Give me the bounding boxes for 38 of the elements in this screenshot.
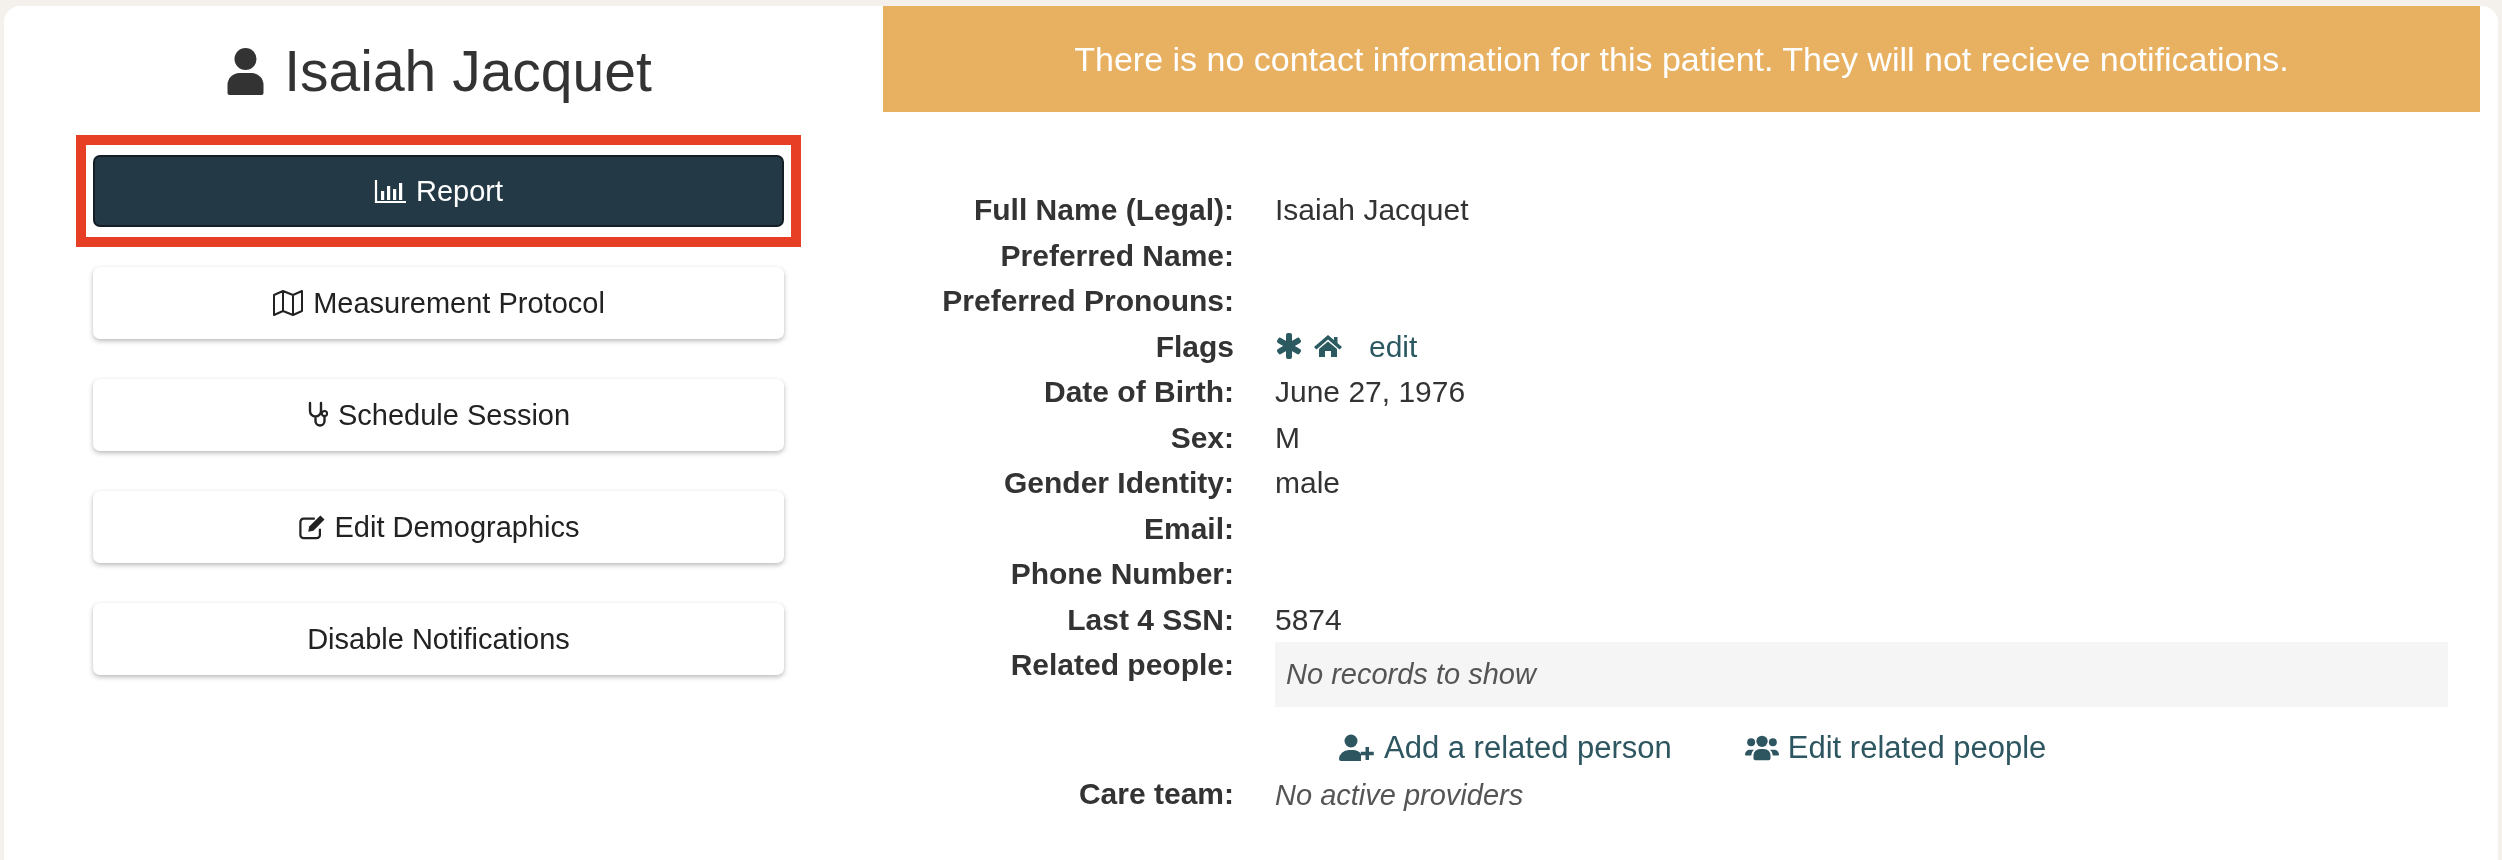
field-value: June 27, 1976	[1275, 374, 1467, 410]
edit-icon	[297, 514, 326, 540]
measurement-protocol-button[interactable]: Measurement Protocol	[93, 267, 784, 339]
edit-related-people-link[interactable]: Edit related people	[1744, 725, 2047, 771]
field-label: Phone Number:	[1009, 556, 1234, 592]
map-icon	[272, 289, 305, 317]
user-plus-icon	[1339, 734, 1375, 762]
add-related-person-link[interactable]: Add a related person	[1339, 725, 1672, 771]
field-label: Date of Birth:	[1043, 374, 1234, 410]
users-icon	[1744, 734, 1779, 762]
field-label: Email:	[1142, 510, 1234, 547]
house-icon	[1313, 334, 1343, 359]
field-label: Last 4 SSN:	[1066, 601, 1234, 638]
field-value: male	[1275, 465, 1342, 501]
field-label: Gender Identity:	[1002, 465, 1234, 501]
field-label: Preferred Pronouns:	[941, 283, 1234, 319]
notice-banner: There is no contact information for this patient. They will not recieve notifications.	[883, 6, 2480, 112]
field-label: Full Name (Legal):	[972, 192, 1234, 228]
field-value: M	[1275, 419, 1301, 456]
field-value: 5874	[1275, 601, 1343, 638]
edit-link[interactable]: edit	[1369, 323, 1418, 369]
field-label: Care team:	[1077, 775, 1234, 812]
field-value: No active providers	[1275, 777, 1525, 813]
asterisk-icon	[1276, 333, 1302, 360]
field-label: Related people:	[1009, 647, 1234, 683]
report-button[interactable]: Report	[93, 155, 784, 227]
edit-demographics-button[interactable]: Edit Demographics	[93, 491, 784, 563]
stethoscope-icon	[306, 401, 329, 429]
disable-notifications-button[interactable]: Disable Notifications	[93, 603, 784, 675]
schedule-session-button[interactable]: Schedule Session	[93, 379, 784, 451]
field-label: Flags	[1154, 328, 1234, 365]
user-icon	[225, 47, 267, 95]
empty-records-panel: No records to show	[1275, 642, 2448, 707]
field-label: Sex:	[1169, 419, 1234, 456]
bar-chart-icon	[373, 178, 407, 204]
field-value: Isaiah Jacquet	[1275, 192, 1470, 228]
patient-name: Isaiah Jacquet	[284, 38, 652, 104]
field-label: Preferred Name:	[999, 237, 1234, 274]
